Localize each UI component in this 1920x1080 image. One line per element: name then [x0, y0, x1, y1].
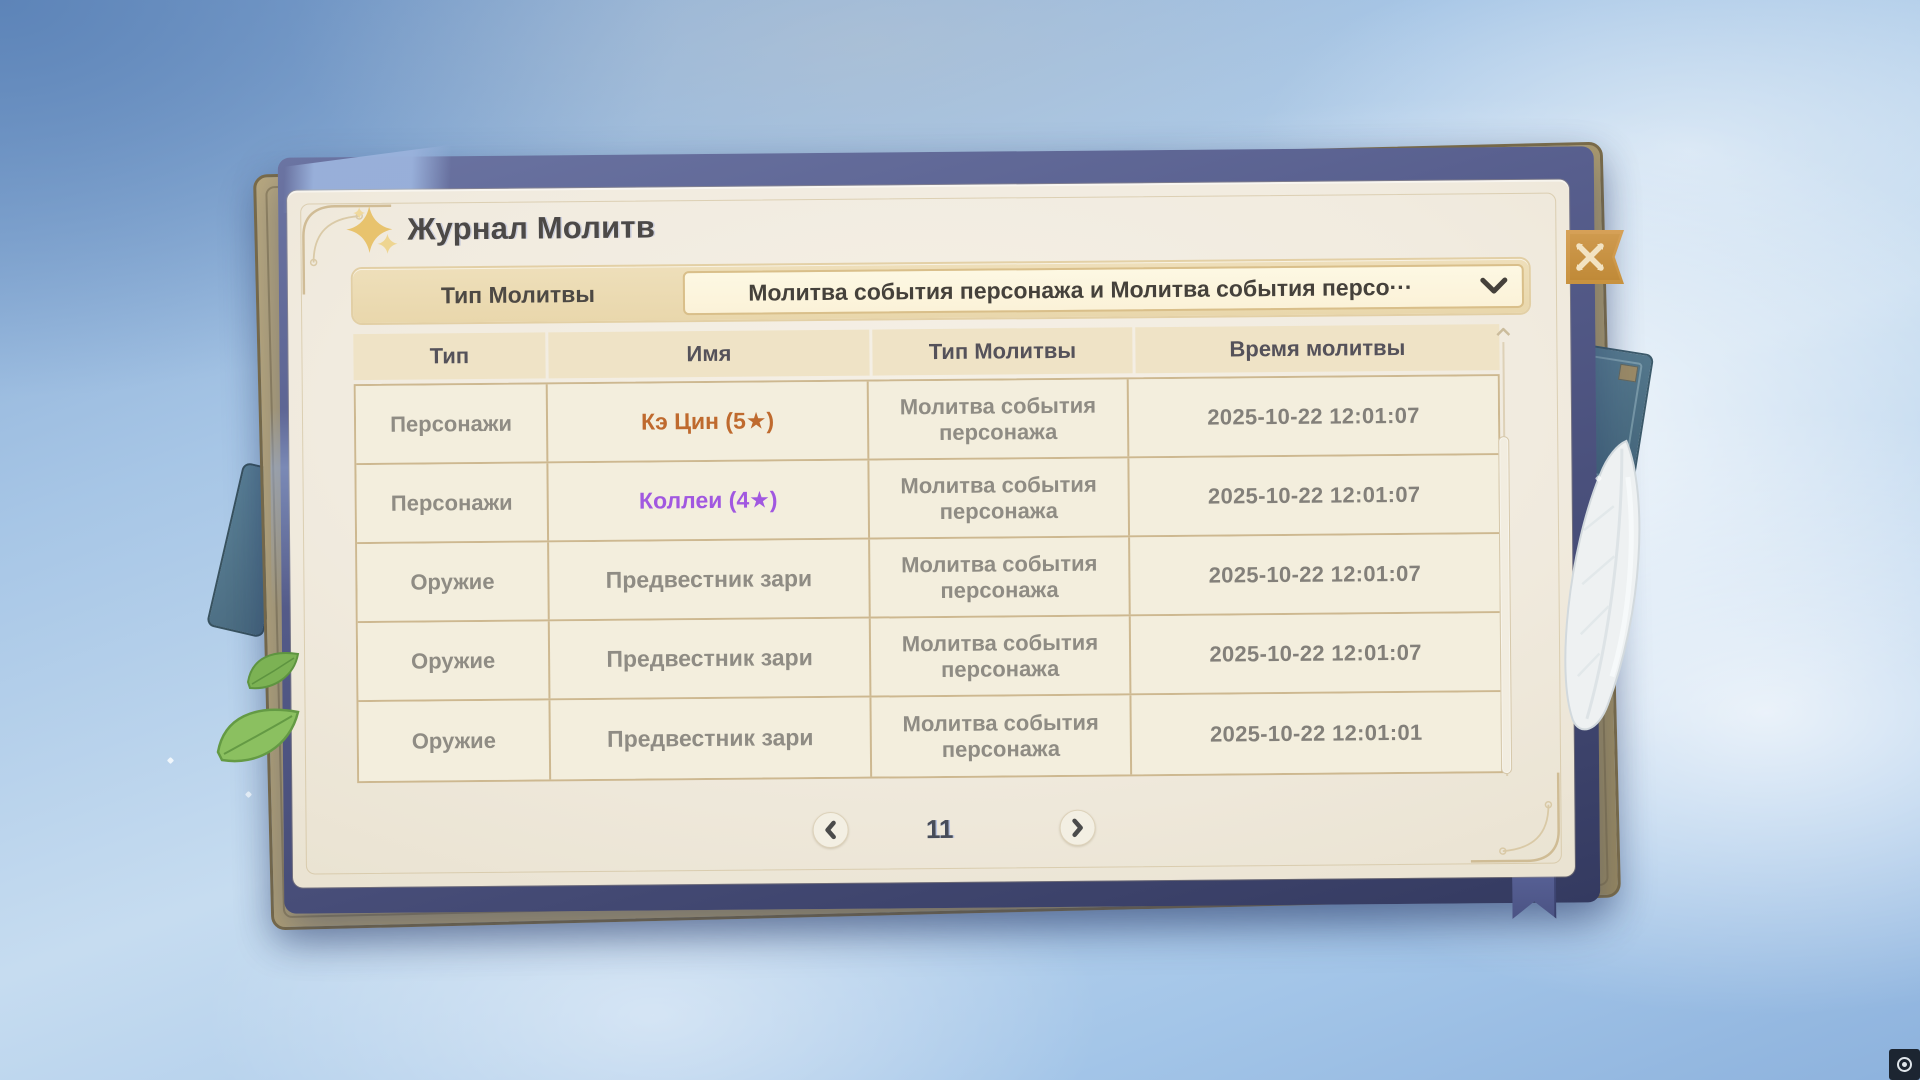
cell-item-type: Оружие — [358, 621, 551, 700]
journal-page: Журнал Молитв Тип Молитвы Молитва событи… — [287, 179, 1575, 887]
sparkle-icon — [345, 204, 401, 260]
cell-banner-type: Молитва события персонажа — [869, 379, 1130, 458]
sparkle-dot — [245, 791, 252, 798]
cell-banner-type: Молитва события персонажа — [871, 616, 1132, 695]
wish-type-filter: Тип Молитвы Молитва события персонажа и … — [353, 259, 1529, 323]
wish-history-screen: Журнал Молитв Тип Молитвы Молитва событи… — [0, 0, 1920, 1080]
filter-label: Тип Молитвы — [353, 266, 683, 323]
cell-item-type: Оружие — [358, 700, 551, 781]
banner-type: Молитва события персонажа — [882, 551, 1117, 604]
wish-type-dropdown[interactable]: Молитва события персонажа и Молитва собы… — [683, 264, 1524, 315]
item-name: Предвестник зари — [606, 565, 813, 594]
next-page-button[interactable] — [1059, 810, 1095, 846]
leaf-large — [216, 702, 302, 768]
table-row[interactable]: Персонажи Кэ Цин (5★) Молитва события пе… — [356, 376, 1499, 465]
banner-type: Молитва события персонажа — [883, 710, 1118, 763]
banner-type: Молитва события персонажа — [881, 472, 1116, 525]
close-button[interactable] — [1566, 230, 1624, 284]
chevron-up-icon[interactable] — [1494, 326, 1512, 338]
chevron-right-icon — [1069, 817, 1087, 839]
close-x-icon — [1575, 243, 1605, 271]
cell-wish-time: 2025-10-22 12:01:07 — [1129, 455, 1499, 535]
scrollbar-thumb[interactable] — [1498, 436, 1512, 774]
item-name: Предвестник зари — [607, 724, 814, 753]
journal-book-cover: Журнал Молитв Тип Молитвы Молитва событи… — [278, 146, 1601, 913]
cell-wish-time: 2025-10-22 12:01:07 — [1129, 376, 1499, 456]
leaf-small — [246, 648, 302, 692]
column-header-time: Время молитвы — [1135, 324, 1499, 373]
item-name: Предвестник зари — [606, 644, 813, 673]
chevron-left-icon — [822, 819, 840, 841]
cell-item-name: Кэ Цин (5★) — [548, 382, 870, 462]
page-title: Журнал Молитв — [407, 209, 655, 247]
cell-item-type: Персонажи — [356, 463, 549, 542]
wish-time: 2025-10-22 12:01:07 — [1207, 402, 1420, 430]
column-header-wish-type: Тип Молитвы — [872, 327, 1132, 375]
table-body: Персонажи Кэ Цин (5★) Молитва события пе… — [354, 374, 1503, 783]
cell-banner-type: Молитва события персонажа — [870, 537, 1131, 616]
cell-wish-time: 2025-10-22 12:01:07 — [1131, 613, 1501, 693]
table-row[interactable]: Оружие Предвестник зари Молитва события … — [358, 692, 1501, 781]
current-page-number: 11 — [892, 811, 986, 848]
column-header-name: Имя — [548, 330, 869, 379]
wish-history-table: Тип Имя Тип Молитвы Время молитвы Персон… — [353, 324, 1503, 783]
cell-banner-type: Молитва события персонажа — [869, 458, 1130, 537]
prev-page-button[interactable] — [812, 812, 848, 848]
table-row[interactable]: Персонажи Коллеи (4★) Молитва события пе… — [356, 455, 1499, 544]
wish-time: 2025-10-22 12:01:07 — [1209, 560, 1422, 588]
cell-item-name: Предвестник зари — [550, 698, 872, 780]
cell-wish-time: 2025-10-22 12:01:01 — [1131, 692, 1501, 774]
cell-item-type: Оружие — [357, 542, 550, 621]
banner-type: Молитва события персонажа — [880, 393, 1115, 446]
column-header-type: Тип — [353, 332, 545, 380]
cell-item-name: Предвестник зари — [549, 540, 871, 620]
cell-item-name: Коллеи (4★) — [548, 461, 870, 541]
corner-ornament-bottom-right — [1466, 769, 1563, 866]
sparkle-dot — [167, 757, 174, 764]
wish-time: 2025-10-22 12:01:07 — [1209, 639, 1422, 667]
table-header-row: Тип Имя Тип Молитвы Время молитвы — [353, 324, 1499, 380]
item-name: Коллеи (4★) — [639, 486, 778, 514]
cell-banner-type: Молитва события персонажа — [871, 695, 1132, 776]
table-row[interactable]: Оружие Предвестник зари Молитва события … — [357, 534, 1500, 623]
banner-type: Молитва события персонажа — [882, 630, 1117, 683]
item-name: Кэ Цин (5★) — [641, 407, 774, 435]
table-row[interactable]: Оружие Предвестник зари Молитва события … — [358, 613, 1501, 702]
cell-item-name: Предвестник зари — [550, 619, 872, 699]
wish-time: 2025-10-22 12:01:07 — [1208, 481, 1421, 509]
overlay-settings-button[interactable] — [1889, 1049, 1920, 1080]
dropdown-selected-value: Молитва события персонажа и Молитва собы… — [748, 273, 1458, 306]
chevron-down-icon — [1480, 276, 1508, 296]
feather-quill — [1545, 433, 1670, 746]
cell-item-type: Персонажи — [356, 384, 549, 463]
cell-wish-time: 2025-10-22 12:01:07 — [1130, 534, 1500, 614]
wish-time: 2025-10-22 12:01:01 — [1210, 719, 1423, 747]
record-target-icon — [1897, 1057, 1912, 1072]
